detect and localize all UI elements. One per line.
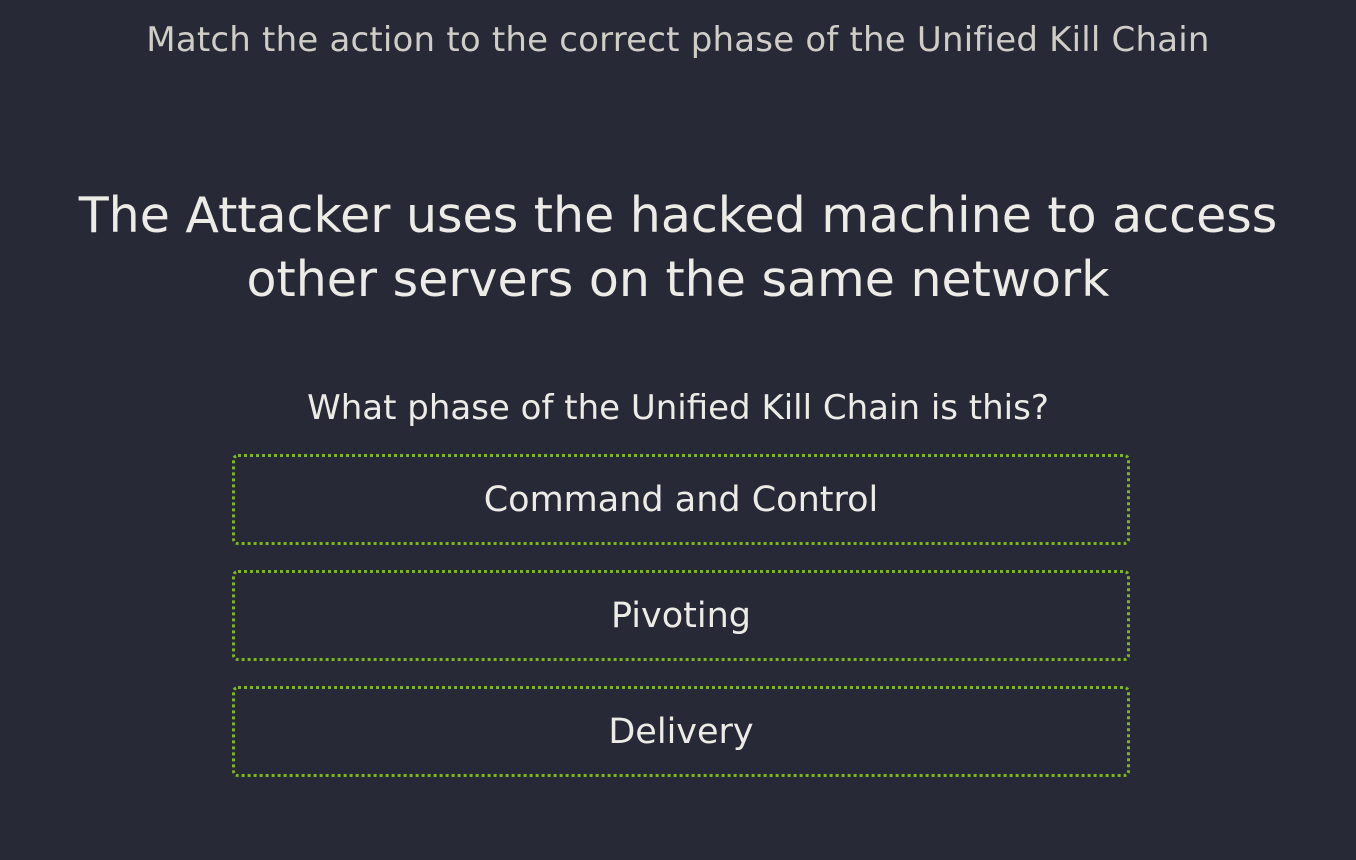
answer-option-label: Delivery <box>608 711 754 752</box>
page-title: Match the action to the correct phase of… <box>146 20 1210 60</box>
answer-option-pivoting[interactable]: Pivoting <box>232 570 1130 661</box>
answer-option-command-and-control[interactable]: Command and Control <box>232 454 1130 545</box>
answer-options: Command and Control Pivoting Delivery <box>232 454 1130 802</box>
scenario-statement: The Attacker uses the hacked machine to … <box>78 187 1278 308</box>
answer-option-delivery[interactable]: Delivery <box>232 686 1130 777</box>
answer-option-label: Pivoting <box>610 595 752 636</box>
question-prompt: What phase of the Unified Kill Chain is … <box>307 388 1049 428</box>
answer-option-label: Command and Control <box>483 479 879 520</box>
